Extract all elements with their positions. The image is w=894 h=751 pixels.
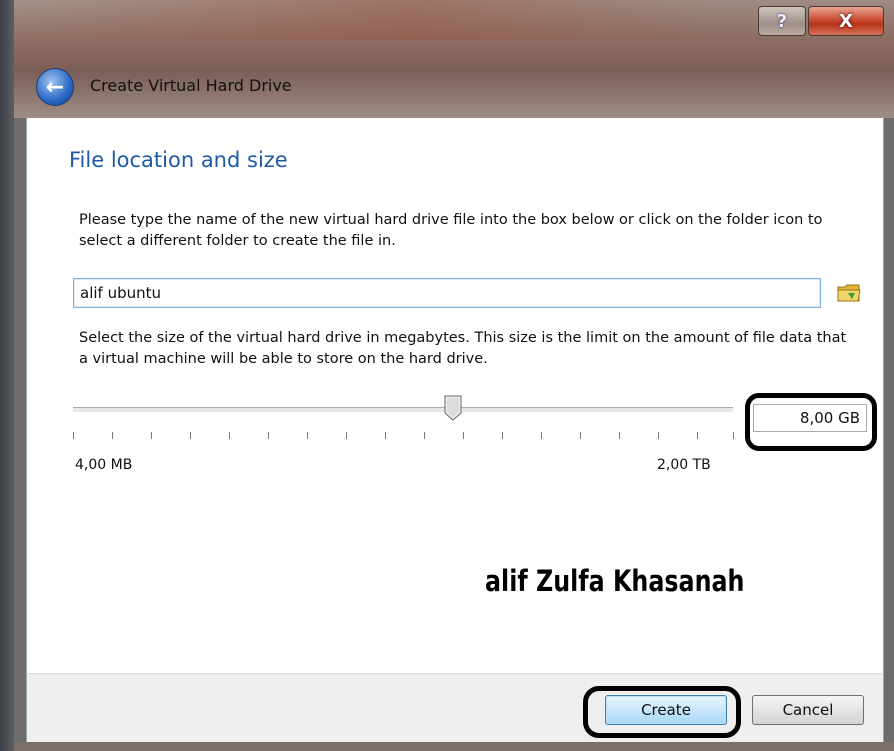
slider-tick bbox=[502, 432, 503, 439]
create-highlight-annotation bbox=[583, 686, 741, 738]
window-title: Create Virtual Hard Drive bbox=[90, 76, 292, 95]
size-slider-track[interactable] bbox=[73, 407, 733, 413]
cancel-button[interactable]: Cancel bbox=[752, 695, 864, 725]
slider-tick bbox=[385, 432, 386, 439]
slider-max-label: 2,00 TB bbox=[657, 457, 711, 473]
slider-tick bbox=[151, 432, 152, 439]
background-window-edge bbox=[0, 0, 14, 751]
slider-tick bbox=[619, 432, 620, 439]
help-button[interactable]: ? bbox=[758, 6, 806, 36]
slider-tick bbox=[658, 432, 659, 439]
close-button[interactable]: X bbox=[808, 6, 884, 36]
slider-tick bbox=[190, 432, 191, 439]
slider-tick bbox=[346, 432, 347, 439]
slider-tick bbox=[229, 432, 230, 439]
folder-icon[interactable] bbox=[837, 282, 861, 304]
slider-tick bbox=[463, 432, 464, 439]
slider-min-label: 4,00 MB bbox=[75, 457, 133, 473]
slider-tick bbox=[424, 432, 425, 439]
slider-tick bbox=[307, 432, 308, 439]
window-bottom-edge bbox=[14, 742, 894, 751]
size-description: Select the size of the virtual hard driv… bbox=[79, 330, 847, 367]
slider-tick bbox=[733, 432, 734, 439]
slider-tick bbox=[541, 432, 542, 439]
page-heading: File location and size bbox=[69, 148, 288, 172]
wizard-content: File location and size Please type the n… bbox=[26, 118, 884, 673]
slider-tick bbox=[580, 432, 581, 439]
button-bar: Create Cancel bbox=[26, 673, 884, 743]
size-highlight-annotation bbox=[745, 393, 877, 451]
author-watermark: alif Zulfa Khasanah bbox=[485, 564, 745, 598]
back-arrow-icon: ← bbox=[45, 74, 65, 100]
location-description: Please type the name of the new virtual … bbox=[79, 212, 823, 249]
size-slider-thumb[interactable] bbox=[444, 395, 462, 421]
slider-tick bbox=[112, 432, 113, 439]
slider-ticks bbox=[73, 432, 735, 440]
slider-tick bbox=[697, 432, 698, 439]
back-button[interactable]: ← bbox=[36, 68, 74, 106]
slider-tick bbox=[268, 432, 269, 439]
slider-tick bbox=[73, 432, 74, 439]
file-name-input[interactable] bbox=[73, 278, 821, 308]
